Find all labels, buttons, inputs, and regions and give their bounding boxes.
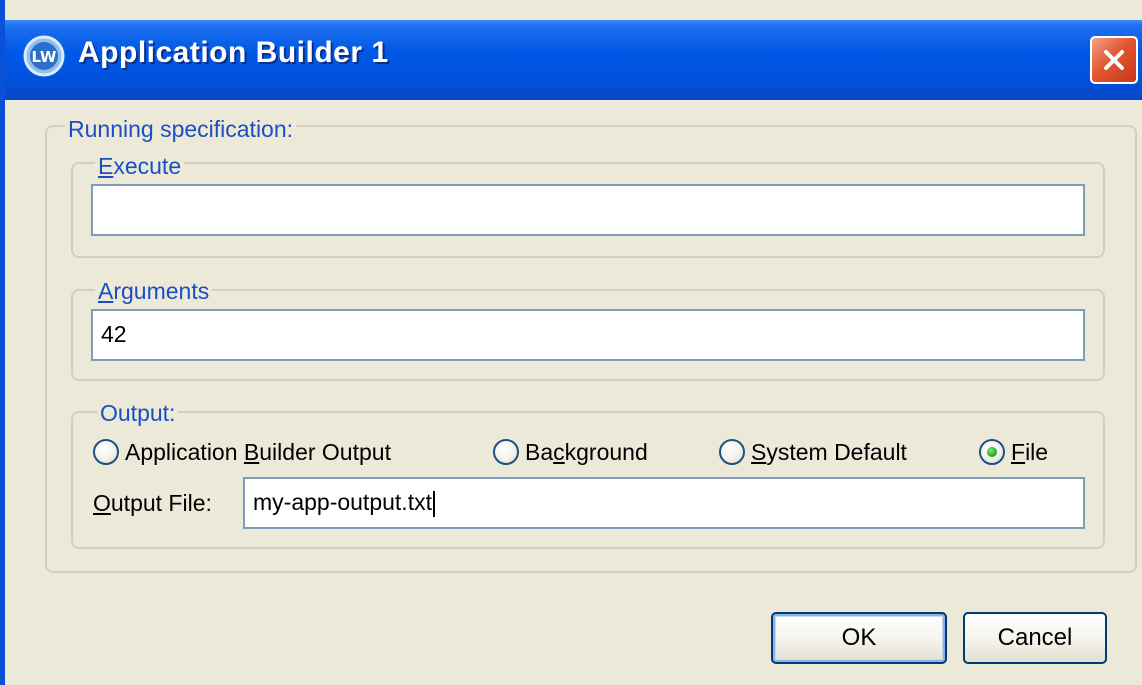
execute-input[interactable]: [91, 184, 1085, 236]
radio-label: System Default: [751, 438, 907, 465]
radio-circle-icon[interactable]: [93, 439, 119, 465]
radio-label: Background: [525, 438, 648, 465]
arguments-mnemonic: A: [98, 278, 114, 304]
close-button[interactable]: [1090, 36, 1138, 84]
radio-file[interactable]: File: [979, 437, 1048, 467]
close-icon: [1104, 50, 1124, 70]
radio-application-builder-output[interactable]: Application Builder Output: [93, 437, 391, 467]
execute-legend: Execute: [95, 153, 185, 179]
radio-system-default[interactable]: System Default: [719, 437, 907, 467]
output-file-label: Output File:: [93, 490, 212, 516]
radio-background[interactable]: Background: [493, 437, 648, 467]
execute-legend-rest: xecute: [113, 153, 182, 179]
output-file-input[interactable]: my-app-output.txt: [243, 477, 1085, 529]
radio-label: Application Builder Output: [125, 438, 391, 465]
cancel-button[interactable]: Cancel: [963, 612, 1107, 664]
execute-mnemonic: E: [98, 153, 114, 179]
window-title: Application Builder 1: [78, 36, 389, 69]
radio-label: File: [1011, 438, 1049, 465]
radio-checked-icon[interactable]: [979, 439, 1005, 465]
title-bar[interactable]: LW Application Builder 1: [5, 20, 1142, 100]
radio-circle-icon[interactable]: [493, 439, 519, 465]
arguments-value: 42: [101, 321, 127, 347]
arguments-input[interactable]: 42: [91, 309, 1085, 361]
dialog-window: LW Application Builder 1 Running specifi…: [0, 0, 1142, 685]
ok-button[interactable]: OK: [771, 612, 947, 664]
app-icon: LW: [23, 35, 65, 77]
running-spec-legend: Running specification:: [65, 116, 297, 142]
text-caret: [432, 490, 435, 517]
radio-circle-icon[interactable]: [719, 439, 745, 465]
arguments-legend: Arguments: [95, 278, 213, 304]
output-legend: Output:: [97, 400, 179, 426]
output-file-value: my-app-output.txt: [253, 489, 432, 515]
svg-text:LW: LW: [32, 48, 57, 66]
arguments-legend-rest: rguments: [113, 278, 210, 304]
